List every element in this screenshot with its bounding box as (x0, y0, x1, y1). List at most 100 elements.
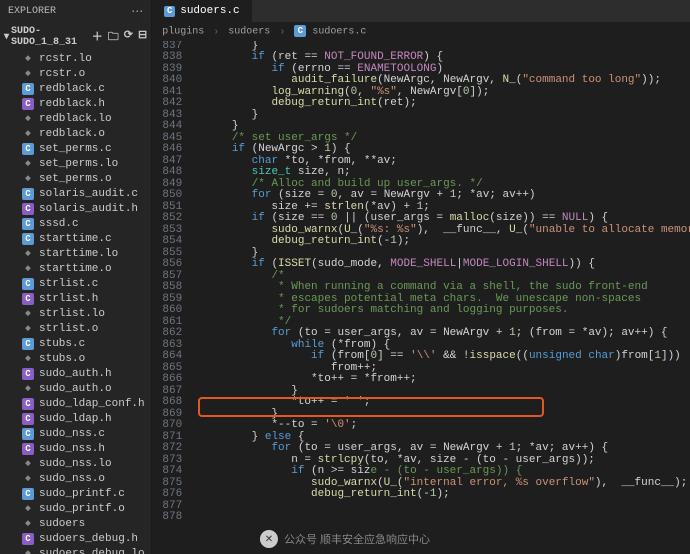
c-file-icon: C (22, 143, 34, 155)
code-line-856[interactable]: debug_return_int(-1); (192, 236, 690, 248)
lo-file-icon: ◆ (22, 458, 34, 470)
h-file-icon: C (22, 533, 34, 545)
lo-file-icon: ◆ (22, 113, 34, 125)
file-item[interactable]: ◆ set_perms.o (0, 171, 151, 186)
file-name: sudoers_debug.lo (39, 548, 145, 554)
file-name: set_perms.o (39, 173, 112, 185)
file-item[interactable]: Csudo_ldap_conf.h (0, 396, 151, 411)
file-name: sudo_printf.c (39, 488, 125, 500)
file-item[interactable]: ◆ redblack.lo (0, 111, 151, 126)
file-name: sudo_ldap_conf.h (39, 398, 145, 410)
breadcrumb-p3[interactable]: sudoers.c (312, 27, 366, 38)
file-item[interactable]: Csssd.c (0, 216, 151, 231)
file-item[interactable]: Cstubs.c (0, 336, 151, 351)
o-file-icon: ◆ (22, 263, 34, 275)
breadcrumb[interactable]: plugins › sudoers › C sudoers.c (152, 22, 690, 41)
code-line-842[interactable]: debug_return_int(ret); (192, 98, 690, 110)
file-item[interactable]: ◆ set_perms.lo (0, 156, 151, 171)
o-file-icon: ◆ (22, 173, 34, 185)
file-item[interactable]: Credblack.h (0, 96, 151, 111)
new-folder-icon[interactable]: 🗀 (108, 28, 119, 47)
code-editor[interactable]: 8378388398408418428438448458468478488498… (152, 41, 690, 554)
h-file-icon: C (22, 398, 34, 410)
file-item[interactable]: Csolaris_audit.h (0, 201, 151, 216)
code-line-878[interactable]: debug_return_int(-1); (192, 489, 690, 501)
file-item[interactable]: ◆ sudoers (0, 516, 151, 531)
h-file-icon: C (22, 413, 34, 425)
file-item[interactable]: Cset_perms.c (0, 141, 151, 156)
h-file-icon: C (22, 368, 34, 380)
file-item[interactable]: ◆ stubs.o (0, 351, 151, 366)
lo-file-icon: ◆ (22, 548, 34, 554)
file-name: rcstr.lo (39, 53, 92, 65)
file-item[interactable]: ◆rcstr.lo (0, 51, 151, 66)
file-item[interactable]: Cstarttime.c (0, 231, 151, 246)
file-name: starttime.lo (39, 248, 118, 260)
file-name: sudoers_debug.h (39, 533, 138, 545)
c-file-icon: C (22, 188, 34, 200)
o-file-icon: ◆ (22, 503, 34, 515)
file-item[interactable]: Csolaris_audit.c (0, 186, 151, 201)
file-item[interactable]: ◆strlist.lo (0, 306, 151, 321)
file-item[interactable]: ◆ redblack.o (0, 126, 151, 141)
o-file-icon: ◆ (22, 128, 34, 140)
file-name: starttime.o (39, 263, 112, 275)
file-item[interactable]: Csudo_nss.h (0, 441, 151, 456)
file-item[interactable]: Csudo_ldap.h (0, 411, 151, 426)
breadcrumb-p2[interactable]: sudoers (228, 27, 270, 38)
folder-header[interactable]: ▾ SUDO-SUDO_1_8_31 ＋ 🗀 ⟳ ⊟ (0, 23, 151, 51)
lo-file-icon: ◆ (22, 248, 34, 260)
o-file-icon: ◆ (22, 383, 34, 395)
file-name: set_perms.lo (39, 158, 118, 170)
refresh-icon[interactable]: ⟳ (124, 28, 133, 47)
file-item[interactable]: Credblack.c (0, 81, 151, 96)
file-item[interactable]: ◆ sudoers_debug.lo (0, 546, 151, 554)
file-item[interactable]: ◆sudo_printf.o (0, 501, 151, 516)
file-name: redblack.h (39, 98, 105, 110)
file-name: redblack.o (39, 128, 105, 140)
c-file-icon: C (22, 83, 34, 95)
c-file-icon: C (22, 278, 34, 290)
o-file-icon: ◆ (22, 68, 34, 80)
new-file-icon[interactable]: ＋ (92, 28, 103, 47)
c-file-icon: C (164, 6, 175, 17)
file-item[interactable]: ◆rcstr.o (0, 66, 151, 81)
file-name: sudoers (39, 518, 85, 530)
c-file-icon: C (22, 488, 34, 500)
chevron-right-icon: › (279, 27, 285, 38)
file-list: ◆rcstr.lo◆rcstr.oCredblack.cCredblack.h◆… (0, 51, 151, 554)
file-item[interactable]: Cstrlist.c (0, 276, 151, 291)
collapse-icon[interactable]: ⊟ (138, 28, 147, 47)
explorer-sidebar: EXPLORER ⋯ ▾ SUDO-SUDO_1_8_31 ＋ 🗀 ⟳ ⊟ ◆r… (0, 0, 152, 554)
file-name: stubs.c (39, 338, 85, 350)
code-line-843[interactable]: } (192, 110, 690, 122)
file-name: redblack.lo (39, 113, 112, 125)
breadcrumb-p1[interactable]: plugins (162, 27, 204, 38)
file-item[interactable]: ◆sudo_auth.o (0, 381, 151, 396)
folder-name: SUDO-SUDO_1_8_31 (11, 26, 92, 48)
file-item[interactable]: ◆ starttime.o (0, 261, 151, 276)
lo-file-icon: ◆ (22, 158, 34, 170)
file-item[interactable]: Cstrlist.h (0, 291, 151, 306)
file-name: strlist.c (39, 278, 98, 290)
file-name: sudo_nss.lo (39, 458, 112, 470)
c-file-icon: C (22, 428, 34, 440)
file-item[interactable]: Csudo_auth.h (0, 366, 151, 381)
file-item[interactable]: ◆strlist.o (0, 321, 151, 336)
file-name: stubs.o (39, 353, 85, 365)
o-file-icon: ◆ (22, 353, 34, 365)
c-file-icon: C (22, 218, 34, 230)
file-item[interactable]: Csudoers_debug.h (0, 531, 151, 546)
file-item[interactable]: ◆ sudo_nss.lo (0, 456, 151, 471)
more-icon[interactable]: ⋯ (131, 4, 143, 19)
chevron-down-icon: ▾ (4, 31, 9, 43)
tab-sudoers-c[interactable]: C sudoers.c (152, 0, 251, 22)
file-item[interactable]: Csudo_printf.c (0, 486, 151, 501)
file-item[interactable]: ◆sudo_nss.o (0, 471, 151, 486)
file-item[interactable]: ◆ starttime.lo (0, 246, 151, 261)
gen-file-icon: ◆ (22, 518, 34, 530)
code-content[interactable]: } if (ret == NOT_FOUND_ERROR) { if (errn… (192, 41, 690, 554)
o-file-icon: ◆ (22, 323, 34, 335)
file-item[interactable]: Csudo_nss.c (0, 426, 151, 441)
tab-bar: C sudoers.c (152, 0, 690, 22)
